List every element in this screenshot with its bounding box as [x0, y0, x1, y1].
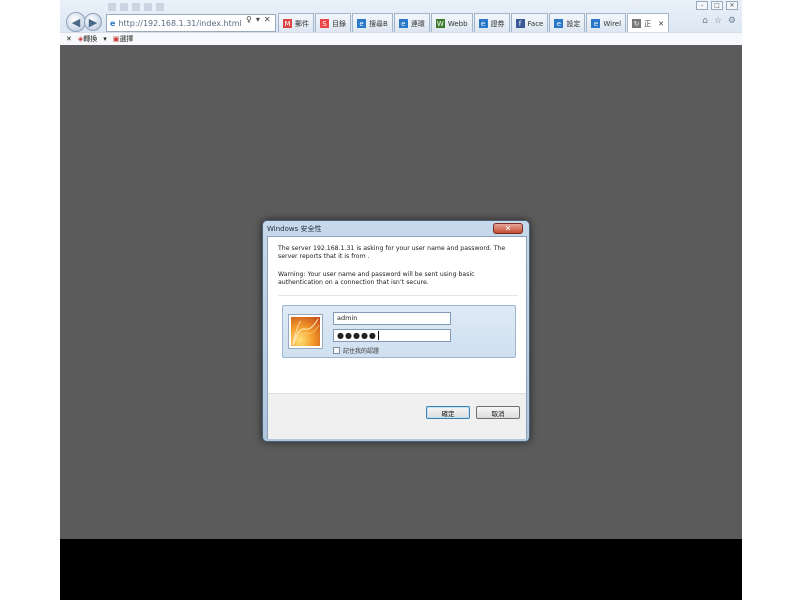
tab-favicon-icon: M: [283, 19, 292, 28]
tab-favicon-icon: ↻: [632, 19, 642, 28]
browser-side-icons: ⌂ ☆ ⚙: [702, 16, 736, 26]
tab-favicon-icon: e: [478, 19, 488, 28]
tab-close-icon[interactable]: ✕: [658, 20, 664, 28]
address-url: http://192.168.1.31/index.html: [118, 18, 242, 28]
back-button[interactable]: ◀: [66, 12, 86, 32]
close-window-button[interactable]: ✕: [726, 1, 738, 10]
tab-0[interactable]: M 郵件: [278, 13, 314, 33]
text-caret: [377, 331, 379, 340]
dropdown-icon[interactable]: ▾: [256, 15, 260, 24]
dialog-body: The server 192.168.1.31 is asking for yo…: [267, 236, 527, 439]
password-mask: ●●●●●: [337, 331, 377, 340]
divider: [278, 295, 518, 296]
security-dialog: Windows 安全性 ✕ The server 192.168.1.31 is…: [262, 220, 530, 442]
close-bar-icon[interactable]: ✕: [66, 35, 72, 43]
remember-credentials[interactable]: 記住我的認證: [333, 346, 379, 355]
tab-6[interactable]: f Face: [510, 13, 549, 33]
maximize-button[interactable]: □: [711, 1, 723, 10]
convert-dropdown-icon[interactable]: ▾: [103, 35, 107, 43]
tab-label: Wirel: [603, 19, 622, 28]
minimize-button[interactable]: –: [696, 1, 708, 10]
ie-page-icon: e: [110, 18, 116, 28]
back-arrow-icon: ◀: [71, 15, 81, 29]
user-avatar-icon: [289, 315, 322, 348]
tab-strip: M 郵件 S 目錄 e 搜尋B e 連環 W Webb e 證券 f Face e 設定 e Wirel ↻ 正 ✕: [278, 13, 669, 33]
tab-favicon-icon: f: [515, 19, 525, 28]
tab-favicon-icon: e: [554, 19, 564, 28]
warning-message: Warning: Your user name and password wil…: [278, 271, 475, 286]
tab-label: 證券: [490, 19, 505, 28]
close-icon: ✕: [504, 224, 512, 233]
tab-9[interactable]: ↻ 正 ✕: [627, 13, 669, 33]
tab-8[interactable]: e Wirel: [586, 13, 627, 33]
tab-label: 設定: [566, 19, 581, 28]
search-icon[interactable]: ♀: [246, 15, 252, 24]
tab-label: 搜尋B: [369, 19, 388, 28]
ok-button[interactable]: 確定: [426, 406, 470, 419]
forward-button[interactable]: ▶: [84, 13, 102, 31]
credential-tile: admin ●●●●● 記住我的認證: [282, 305, 516, 358]
window-controls: – □ ✕: [696, 1, 738, 10]
home-icon[interactable]: ⌂: [702, 16, 708, 26]
select-label: 選擇: [119, 35, 134, 43]
tab-favicon-icon: W: [435, 19, 445, 28]
stop-icon[interactable]: ✕: [264, 15, 271, 24]
server-message: The server 192.168.1.31 is asking for yo…: [278, 245, 506, 260]
title-bar-text: [108, 3, 168, 11]
browser-toolbar: ◀ ▶ e http://192.168.1.31/index.html ♀ ▾…: [60, 0, 742, 45]
tab-5[interactable]: e 證券: [473, 13, 510, 33]
command-bar: ✕ ◈轉換 ▾ ▣選擇: [60, 32, 742, 45]
favorites-icon[interactable]: ☆: [714, 16, 722, 26]
tab-7[interactable]: e 設定: [549, 13, 586, 33]
tab-label: 郵件: [295, 19, 309, 28]
tab-4[interactable]: W Webb: [430, 13, 473, 33]
tab-label: 目錄: [332, 19, 346, 28]
dialog-title: Windows 安全性: [267, 225, 322, 233]
convert-label: 轉換: [83, 35, 98, 43]
dialog-footer: 確定 取消: [268, 393, 526, 439]
username-input[interactable]: admin: [333, 312, 451, 325]
convert-button[interactable]: ◈轉換: [78, 34, 97, 44]
tab-label: Webb: [447, 19, 468, 28]
tools-gear-icon[interactable]: ⚙: [728, 16, 736, 26]
tab-favicon-icon: S: [320, 19, 329, 28]
cancel-button[interactable]: 取消: [476, 406, 520, 419]
tab-favicon-icon: e: [398, 19, 408, 28]
address-tools: ♀ ▾ ✕: [246, 15, 271, 24]
remember-label: 記住我的認證: [343, 348, 380, 355]
tab-favicon-icon: e: [591, 19, 601, 28]
page-content: Windows 安全性 ✕ The server 192.168.1.31 is…: [60, 45, 742, 539]
tab-label: Face: [527, 19, 544, 28]
select-button[interactable]: ▣選擇: [113, 34, 134, 44]
bottom-area: [60, 539, 742, 600]
tab-1[interactable]: S 目錄: [315, 13, 351, 33]
password-input[interactable]: ●●●●●: [333, 329, 451, 342]
dialog-close-button[interactable]: ✕: [493, 223, 523, 234]
remember-checkbox[interactable]: [333, 347, 340, 354]
tab-3[interactable]: e 連環: [393, 13, 430, 33]
tab-favicon-icon: e: [357, 19, 366, 28]
tab-label: 連環: [410, 19, 425, 28]
tab-2[interactable]: e 搜尋B: [352, 13, 393, 33]
browser-window: ◀ ▶ e http://192.168.1.31/index.html ♀ ▾…: [60, 0, 742, 600]
tab-label: 正: [644, 19, 652, 28]
forward-arrow-icon: ▶: [88, 15, 98, 29]
